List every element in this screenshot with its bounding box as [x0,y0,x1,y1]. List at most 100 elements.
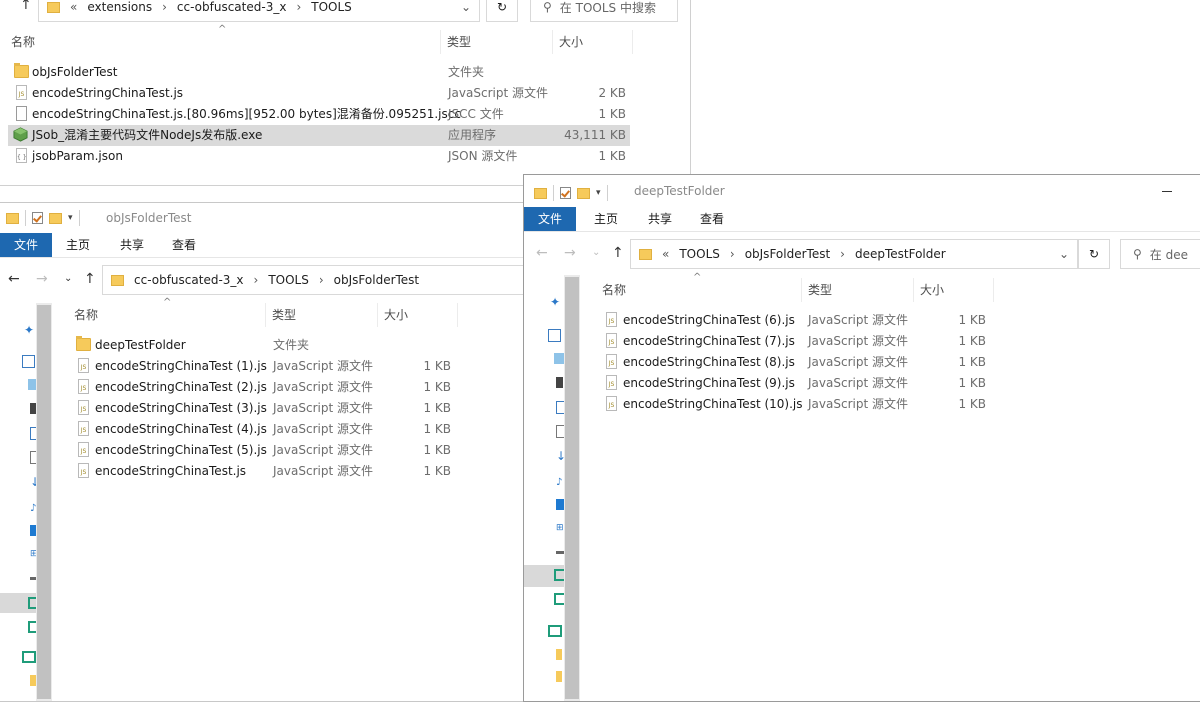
column-type-header[interactable]: 类型 [802,278,914,302]
list-item[interactable]: JS encodeStringChinaTest (3).js JavaScri… [68,398,456,419]
address-bar[interactable]: « extensions › cc-obfuscated-3_x › TOOLS… [38,0,480,22]
nav-scrollbar[interactable] [564,275,580,701]
list-item[interactable]: JS encodeStringChinaTest.js JavaScript 源… [8,83,630,104]
tab-share[interactable]: 共享 [634,207,686,231]
chevron-down-icon[interactable]: ⌄ [1059,247,1069,261]
customize-toolbar-icon[interactable]: ▾ [68,213,73,223]
folder-icon [6,212,19,224]
list-item[interactable]: JS encodeStringChinaTest (10).js JavaScr… [596,394,988,415]
nav-scrollbar[interactable] [36,303,52,701]
back-arrow-icon[interactable]: ← [536,245,548,261]
file-size: 1 KB [423,464,451,478]
breadcrumb-objsfoldertest[interactable]: obJsFolderTest [745,247,830,261]
file-size: 1 KB [598,107,626,121]
back-arrow-icon[interactable]: ← [8,271,20,287]
column-size-header[interactable]: 大小 [378,303,458,327]
js-file-icon: JS [606,375,617,390]
folder-icon[interactable] [556,671,562,682]
navigation-pane: ✦ ↓ ♪ ⊞ [524,275,580,701]
list-item[interactable]: { } jsobParam.json JSON 源文件 1 KB [8,146,630,167]
customize-toolbar-icon[interactable]: ▾ [596,188,601,198]
list-item[interactable]: JS encodeStringChinaTest (8).js JavaScri… [596,352,988,373]
videos-icon[interactable] [556,377,563,388]
list-item[interactable]: JS encodeStringChinaTest (9).js JavaScri… [596,373,988,394]
breadcrumb-tools[interactable]: TOOLS [679,247,720,261]
list-item-selected[interactable]: JSob_混淆主要代码文件NodeJs发布版.exe 应用程序 43,111 K… [8,125,630,146]
list-item[interactable]: obJsFolderTest 文件夹 [8,62,630,83]
breadcrumb-objsfoldertest[interactable]: obJsFolderTest [334,273,419,287]
column-type-header[interactable]: 类型 [266,303,378,327]
folder-icon[interactable] [556,649,562,660]
overflow-chevron[interactable]: « [662,247,669,261]
this-pc-icon[interactable] [548,329,561,342]
breadcrumb-separator-icon: › [253,273,259,287]
recent-locations-icon[interactable]: ⌄ [592,247,600,258]
network-drive-icon[interactable] [548,625,562,637]
list-item[interactable]: JS encodeStringChinaTest (5).js JavaScri… [68,440,456,461]
sort-up-icon: ^ [693,272,702,283]
js-file-icon: JS [16,85,27,100]
breadcrumb-tools[interactable]: TOOLS [268,273,309,287]
tab-home[interactable]: 主页 [580,207,632,231]
tab-file[interactable]: 文件 [524,207,577,231]
breadcrumb-cc-obfuscated[interactable]: cc-obfuscated-3_x [134,273,244,287]
desktop-icon[interactable] [556,499,564,510]
this-pc-icon[interactable] [22,355,35,368]
column-type-header[interactable]: 类型 [441,30,553,54]
breadcrumb-tools[interactable]: TOOLS [311,0,352,14]
list-item[interactable]: deepTestFolder 文件夹 [68,335,456,356]
properties-icon[interactable] [560,187,571,199]
refresh-button[interactable]: ↻ [1078,239,1110,269]
list-item[interactable]: JS encodeStringChinaTest (6).js JavaScri… [596,310,988,331]
breadcrumb-separator-icon: › [162,0,167,14]
list-item[interactable]: encodeStringChinaTest.js.[80.96ms][952.0… [8,104,630,125]
list-item[interactable]: JS encodeStringChinaTest (2).js JavaScri… [68,377,456,398]
breadcrumb-extensions[interactable]: extensions [87,0,152,14]
file-type: 应用程序 [448,128,497,142]
up-arrow-icon[interactable]: ↑ [612,245,624,261]
file-type: 文件夹 [448,65,485,79]
quick-access-pin-icon[interactable]: ✦ [24,323,35,337]
js-file-icon: JS [606,354,617,369]
navigation-pane: ✦ ↓ ♪ ⊞ [0,303,52,701]
tab-view[interactable]: 查看 [158,233,210,257]
list-item[interactable]: JS encodeStringChinaTest.js JavaScript 源… [68,461,456,482]
address-bar[interactable]: « TOOLS › obJsFolderTest › deepTestFolde… [630,239,1078,269]
properties-icon[interactable] [32,212,43,224]
js-file-icon: JS [78,379,89,394]
tab-view[interactable]: 查看 [686,207,738,231]
breadcrumb-deeptestfolder[interactable]: deepTestFolder [855,247,946,261]
column-size-header[interactable]: 大小 [914,278,994,302]
list-item[interactable]: JS encodeStringChinaTest (7).js JavaScri… [596,331,988,352]
file-type: JavaScript 源文件 [448,86,548,100]
tab-share[interactable]: 共享 [106,233,158,257]
tab-file[interactable]: 文件 [0,233,53,257]
js-file-icon: JS [78,442,89,457]
quick-access-pin-icon[interactable]: ✦ [550,295,561,309]
forward-arrow-icon[interactable]: → [564,245,576,261]
window-title: obJsFolderTest [106,211,192,225]
file-type: JavaScript 源文件 [273,380,373,394]
breadcrumb-cc-obfuscated[interactable]: cc-obfuscated-3_x [177,0,287,14]
file-name: encodeStringChinaTest (7).js [623,334,795,348]
recent-locations-icon[interactable]: ⌄ [64,273,72,284]
new-folder-icon[interactable] [577,187,590,199]
tab-home[interactable]: 主页 [52,233,104,257]
new-folder-icon[interactable] [49,212,62,224]
chevron-down-icon[interactable]: ⌄ [461,0,471,14]
up-arrow-icon[interactable]: ↑ [20,0,32,13]
search-input[interactable]: ⚲ 在 TOOLS 中搜索 [530,0,678,22]
column-size-header[interactable]: 大小 [553,30,633,54]
address-bar[interactable]: cc-obfuscated-3_x › TOOLS › obJsFolderTe… [102,265,524,295]
up-arrow-icon[interactable]: ↑ [84,271,96,287]
network-drive-icon[interactable] [22,651,36,663]
file-name: encodeStringChinaTest (1).js [95,359,267,373]
refresh-icon: ↻ [1088,247,1100,261]
minimize-button[interactable] [1162,191,1172,192]
list-item[interactable]: JS encodeStringChinaTest (4).js JavaScri… [68,419,456,440]
forward-arrow-icon[interactable]: → [36,271,48,287]
search-input[interactable]: ⚲ 在 dee [1120,239,1200,269]
refresh-button[interactable]: ↻ [486,0,518,22]
overflow-chevron[interactable]: « [70,0,77,14]
list-item[interactable]: JS encodeStringChinaTest (1).js JavaScri… [68,356,456,377]
